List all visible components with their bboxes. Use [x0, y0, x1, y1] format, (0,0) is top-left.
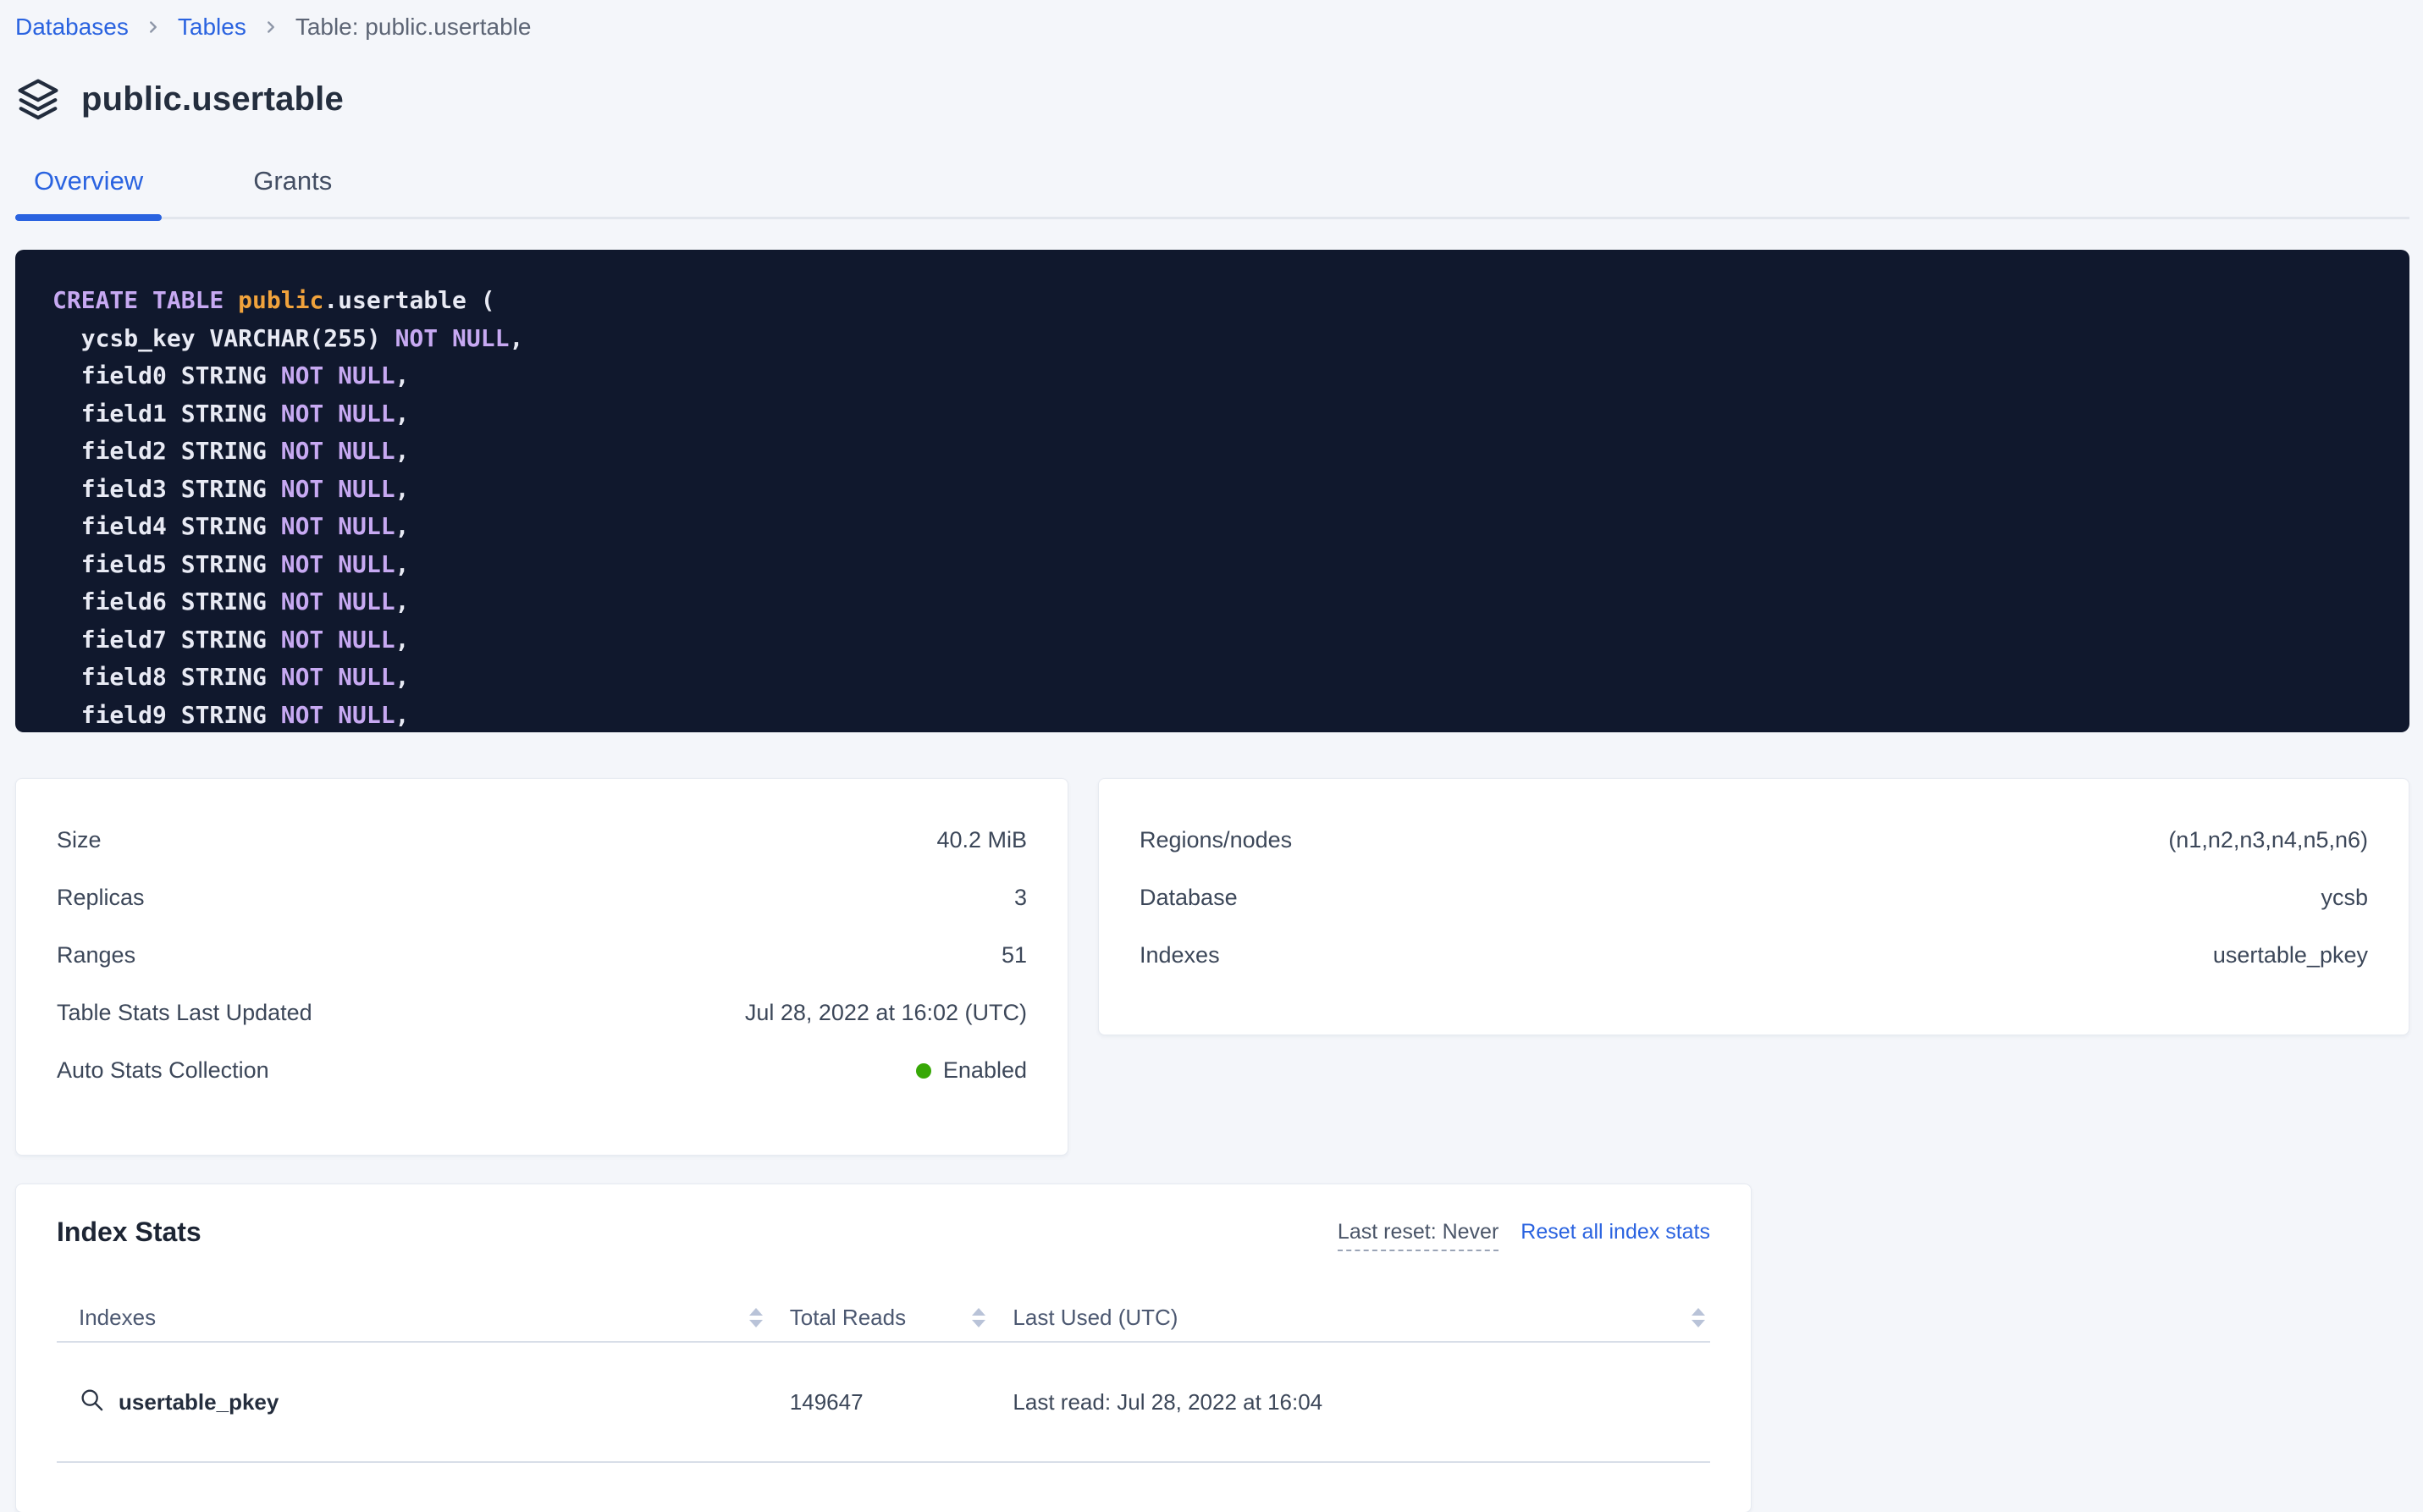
status-dot-green [916, 1063, 931, 1079]
tab-grants[interactable]: Grants [235, 161, 350, 217]
stat-value: 51 [1002, 942, 1027, 968]
breadcrumb-current: Table: public.usertable [295, 14, 532, 41]
page-title: public.usertable [81, 80, 344, 119]
total-reads-value: 149647 [790, 1389, 864, 1415]
stat-label: Size [57, 827, 102, 853]
reset-all-index-stats-link[interactable]: Reset all index stats [1521, 1220, 1710, 1244]
index-table-row: usertable_pkey 149647 Last read: Jul 28,… [57, 1343, 1710, 1463]
stat-row-stats-updated: Table Stats Last Updated Jul 28, 2022 at… [57, 984, 1027, 1041]
breadcrumb-link-databases[interactable]: Databases [15, 14, 129, 41]
stat-row-indexes: Indexes usertable_pkey [1140, 926, 2368, 984]
stat-label: Replicas [57, 885, 145, 911]
stack-icon [15, 76, 61, 122]
stat-label: Auto Stats Collection [57, 1057, 269, 1084]
index-stats-actions: Last reset: Never Reset all index stats [1338, 1217, 1710, 1251]
stat-value: 40.2 MiB [936, 827, 1027, 853]
column-header-label: Total Reads [790, 1305, 906, 1331]
index-table-header-row: Indexes Total Reads Last Used (UTC) [57, 1294, 1710, 1343]
chevron-right-icon [262, 18, 280, 36]
sql-line: CREATE TABLE public.usertable ( [52, 282, 2372, 320]
sort-icon [749, 1308, 763, 1327]
table-location-card: Regions/nodes (n1,n2,n3,n4,n5,n6) Databa… [1098, 778, 2409, 1035]
index-name-link[interactable]: usertable_pkey [79, 1387, 279, 1417]
tabs: Overview Grants [15, 161, 2409, 219]
sql-line: field2 STRING NOT NULL, [52, 433, 2372, 471]
sql-line: field5 STRING NOT NULL, [52, 546, 2372, 584]
create-table-statement: CREATE TABLE public.usertable ( ycsb_key… [15, 250, 2409, 732]
column-header-label: Last Used (UTC) [1013, 1305, 1178, 1331]
stat-row-database: Database ycsb [1140, 869, 2368, 926]
stat-value: usertable_pkey [2213, 942, 2368, 968]
index-name-cell: usertable_pkey [57, 1387, 768, 1417]
index-name-text: usertable_pkey [119, 1389, 279, 1415]
stat-value: (n1,n2,n3,n4,n5,n6) [2168, 827, 2368, 853]
status-text: Enabled [943, 1057, 1027, 1083]
column-header-last-used[interactable]: Last Used (UTC) [991, 1305, 1710, 1331]
stat-label: Table Stats Last Updated [57, 1000, 312, 1026]
breadcrumb-link-tables[interactable]: Tables [178, 14, 246, 41]
search-icon [79, 1387, 105, 1417]
sql-line: field1 STRING NOT NULL, [52, 395, 2372, 433]
stat-row-regions: Regions/nodes (n1,n2,n3,n4,n5,n6) [1140, 811, 2368, 869]
stat-value: 3 [1014, 885, 1027, 911]
sql-line: field3 STRING NOT NULL, [52, 471, 2372, 509]
sql-line: field9 STRING NOT NULL, [52, 697, 2372, 733]
sort-icon [1692, 1308, 1705, 1327]
stat-row-replicas: Replicas 3 [57, 869, 1027, 926]
sql-line: field8 STRING NOT NULL, [52, 659, 2372, 697]
stat-row-auto-stats: Auto Stats Collection Enabled [57, 1041, 1027, 1099]
sort-icon [972, 1308, 985, 1327]
sql-line: field6 STRING NOT NULL, [52, 583, 2372, 621]
last-used-value: Last read: Jul 28, 2022 at 16:04 [1013, 1389, 1322, 1415]
chevron-right-icon [144, 18, 163, 36]
sql-line: field4 STRING NOT NULL, [52, 508, 2372, 546]
column-header-label: Indexes [79, 1305, 156, 1331]
stat-label: Indexes [1140, 942, 1220, 968]
stat-label: Database [1140, 885, 1238, 911]
sql-line: field0 STRING NOT NULL, [52, 357, 2372, 395]
index-stats-title: Index Stats [57, 1217, 201, 1248]
stat-label: Regions/nodes [1140, 827, 1292, 853]
stat-row-size: Size 40.2 MiB [57, 811, 1027, 869]
summary-cards-row: Size 40.2 MiB Replicas 3 Ranges 51 Table… [15, 778, 2409, 1156]
index-stats-header: Index Stats Last reset: Never Reset all … [57, 1217, 1710, 1251]
total-reads-cell: 149647 [768, 1389, 991, 1415]
stat-value: Jul 28, 2022 at 16:02 (UTC) [745, 1000, 1027, 1026]
stat-value: Enabled [916, 1057, 1027, 1084]
table-details-card: Size 40.2 MiB Replicas 3 Ranges 51 Table… [15, 778, 1068, 1156]
stat-value: ycsb [2321, 885, 2368, 911]
page-header: public.usertable [15, 76, 2409, 122]
last-reset-text: Last reset: Never [1338, 1220, 1499, 1251]
column-header-total-reads[interactable]: Total Reads [768, 1305, 991, 1331]
breadcrumb: Databases Tables Table: public.usertable [15, 0, 2409, 41]
sql-line: field7 STRING NOT NULL, [52, 621, 2372, 659]
last-used-cell: Last read: Jul 28, 2022 at 16:04 [991, 1389, 1710, 1415]
stat-row-ranges: Ranges 51 [57, 926, 1027, 984]
stat-label: Ranges [57, 942, 135, 968]
tab-overview[interactable]: Overview [15, 161, 162, 217]
sql-line: ycsb_key VARCHAR(255) NOT NULL, [52, 320, 2372, 358]
index-stats-card: Index Stats Last reset: Never Reset all … [15, 1184, 1752, 1512]
column-header-indexes[interactable]: Indexes [57, 1305, 768, 1331]
index-stats-table: Indexes Total Reads Last Used (UTC) [57, 1294, 1710, 1463]
